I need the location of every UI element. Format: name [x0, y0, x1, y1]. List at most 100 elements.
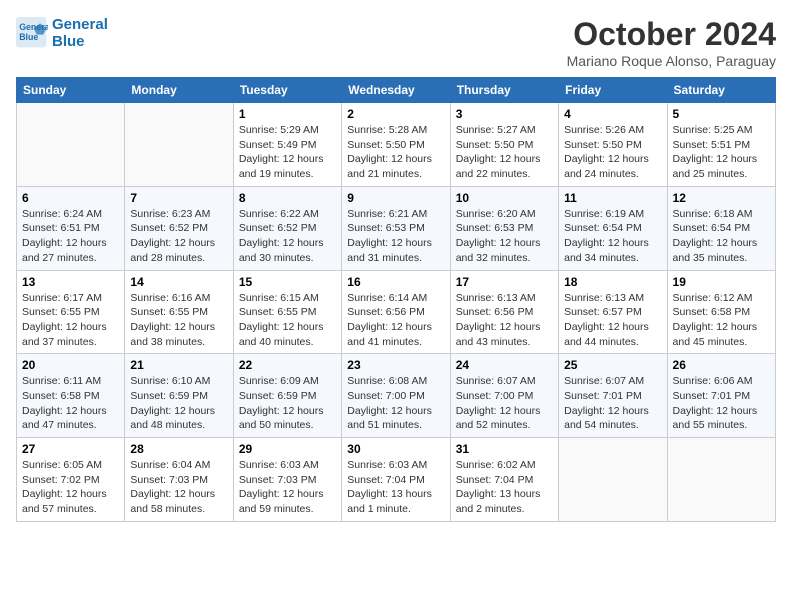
day-info: Sunrise: 6:07 AM Sunset: 7:00 PM Dayligh…: [456, 374, 553, 433]
weekday-header-wednesday: Wednesday: [342, 78, 450, 103]
day-number: 24: [456, 358, 553, 372]
weekday-header-friday: Friday: [559, 78, 667, 103]
calendar-cell: 29 Sunrise: 6:03 AM Sunset: 7:03 PM Dayli…: [233, 438, 341, 522]
day-number: 31: [456, 442, 553, 456]
calendar-cell: 7 Sunrise: 6:23 AM Sunset: 6:52 PM Daylig…: [125, 186, 233, 270]
day-number: 21: [130, 358, 227, 372]
day-info: Sunrise: 6:15 AM Sunset: 6:55 PM Dayligh…: [239, 291, 336, 350]
day-number: 28: [130, 442, 227, 456]
calendar-cell: 3Sunrise: 5:27 AM Sunset: 5:50 PM Daylig…: [450, 103, 558, 187]
calendar-week-row: 27 Sunrise: 6:05 AM Sunset: 7:02 PM Dayli…: [17, 438, 776, 522]
day-info: Sunrise: 6:09 AM Sunset: 6:59 PM Dayligh…: [239, 374, 336, 433]
day-info: Sunrise: 6:02 AM Sunset: 7:04 PM Dayligh…: [456, 458, 553, 517]
location: Mariano Roque Alonso, Paraguay: [567, 53, 776, 69]
calendar-cell: 5 Sunrise: 5:25 AM Sunset: 5:51 PM Daylig…: [667, 103, 775, 187]
day-info: Sunrise: 5:29 AM Sunset: 5:49 PM Dayligh…: [239, 123, 336, 182]
calendar-cell: 19 Sunrise: 6:12 AM Sunset: 6:58 PM Dayli…: [667, 270, 775, 354]
day-number: 2: [347, 107, 444, 121]
calendar-cell: 21 Sunrise: 6:10 AM Sunset: 6:59 PM Dayli…: [125, 354, 233, 438]
weekday-header-thursday: Thursday: [450, 78, 558, 103]
day-number: 25: [564, 358, 661, 372]
day-info: Sunrise: 5:28 AM Sunset: 5:50 PM Dayligh…: [347, 123, 444, 182]
logo-icon: General Blue: [16, 17, 48, 49]
day-info: Sunrise: 6:13 AM Sunset: 6:57 PM Dayligh…: [564, 291, 661, 350]
day-number: 27: [22, 442, 119, 456]
day-info: Sunrise: 5:27 AM Sunset: 5:50 PM Dayligh…: [456, 123, 553, 182]
calendar-cell: 9 Sunrise: 6:21 AM Sunset: 6:53 PM Daylig…: [342, 186, 450, 270]
day-number: 30: [347, 442, 444, 456]
day-info: Sunrise: 6:03 AM Sunset: 7:03 PM Dayligh…: [239, 458, 336, 517]
day-info: Sunrise: 6:04 AM Sunset: 7:03 PM Dayligh…: [130, 458, 227, 517]
calendar-cell: 17 Sunrise: 6:13 AM Sunset: 6:56 PM Dayli…: [450, 270, 558, 354]
calendar-cell: [559, 438, 667, 522]
day-number: 19: [673, 275, 770, 289]
day-number: 5: [673, 107, 770, 121]
day-info: Sunrise: 6:21 AM Sunset: 6:53 PM Dayligh…: [347, 207, 444, 266]
calendar-cell: 24 Sunrise: 6:07 AM Sunset: 7:00 PM Dayli…: [450, 354, 558, 438]
day-info: Sunrise: 6:19 AM Sunset: 6:54 PM Dayligh…: [564, 207, 661, 266]
day-number: 26: [673, 358, 770, 372]
calendar-cell: [667, 438, 775, 522]
weekday-header-row: SundayMondayTuesdayWednesdayThursdayFrid…: [17, 78, 776, 103]
day-info: Sunrise: 6:22 AM Sunset: 6:52 PM Dayligh…: [239, 207, 336, 266]
svg-text:Blue: Blue: [19, 32, 38, 42]
calendar-cell: 16Sunrise: 6:14 AM Sunset: 6:56 PM Dayli…: [342, 270, 450, 354]
day-number: 8: [239, 191, 336, 205]
day-number: 9: [347, 191, 444, 205]
day-info: Sunrise: 6:05 AM Sunset: 7:02 PM Dayligh…: [22, 458, 119, 517]
page-header: General Blue General Blue October 2024 M…: [16, 16, 776, 69]
day-info: Sunrise: 6:23 AM Sunset: 6:52 PM Dayligh…: [130, 207, 227, 266]
calendar-cell: 27 Sunrise: 6:05 AM Sunset: 7:02 PM Dayli…: [17, 438, 125, 522]
day-number: 11: [564, 191, 661, 205]
calendar-week-row: 20 Sunrise: 6:11 AM Sunset: 6:58 PM Dayli…: [17, 354, 776, 438]
day-number: 23: [347, 358, 444, 372]
calendar-cell: 6 Sunrise: 6:24 AM Sunset: 6:51 PM Daylig…: [17, 186, 125, 270]
calendar-cell: 10Sunrise: 6:20 AM Sunset: 6:53 PM Dayli…: [450, 186, 558, 270]
day-info: Sunrise: 5:25 AM Sunset: 5:51 PM Dayligh…: [673, 123, 770, 182]
day-number: 1: [239, 107, 336, 121]
calendar-cell: 25 Sunrise: 6:07 AM Sunset: 7:01 PM Dayli…: [559, 354, 667, 438]
weekday-header-monday: Monday: [125, 78, 233, 103]
day-number: 16: [347, 275, 444, 289]
day-number: 4: [564, 107, 661, 121]
calendar-cell: 31 Sunrise: 6:02 AM Sunset: 7:04 PM Dayli…: [450, 438, 558, 522]
logo-text: General Blue: [52, 16, 108, 50]
calendar-cell: [17, 103, 125, 187]
day-info: Sunrise: 6:16 AM Sunset: 6:55 PM Dayligh…: [130, 291, 227, 350]
logo: General Blue General Blue: [16, 16, 108, 50]
day-info: Sunrise: 6:10 AM Sunset: 6:59 PM Dayligh…: [130, 374, 227, 433]
day-number: 15: [239, 275, 336, 289]
day-number: 20: [22, 358, 119, 372]
calendar-cell: 14 Sunrise: 6:16 AM Sunset: 6:55 PM Dayli…: [125, 270, 233, 354]
day-number: 6: [22, 191, 119, 205]
month-title: October 2024: [567, 16, 776, 53]
calendar-cell: 26Sunrise: 6:06 AM Sunset: 7:01 PM Dayli…: [667, 354, 775, 438]
calendar-cell: 4 Sunrise: 5:26 AM Sunset: 5:50 PM Daylig…: [559, 103, 667, 187]
calendar-cell: 13Sunrise: 6:17 AM Sunset: 6:55 PM Dayli…: [17, 270, 125, 354]
day-info: Sunrise: 6:12 AM Sunset: 6:58 PM Dayligh…: [673, 291, 770, 350]
calendar-cell: 11 Sunrise: 6:19 AM Sunset: 6:54 PM Dayli…: [559, 186, 667, 270]
calendar-cell: [125, 103, 233, 187]
day-number: 29: [239, 442, 336, 456]
calendar-cell: 15 Sunrise: 6:15 AM Sunset: 6:55 PM Dayli…: [233, 270, 341, 354]
day-number: 14: [130, 275, 227, 289]
day-number: 18: [564, 275, 661, 289]
day-info: Sunrise: 6:17 AM Sunset: 6:55 PM Dayligh…: [22, 291, 119, 350]
calendar-cell: 22 Sunrise: 6:09 AM Sunset: 6:59 PM Dayli…: [233, 354, 341, 438]
day-info: Sunrise: 6:07 AM Sunset: 7:01 PM Dayligh…: [564, 374, 661, 433]
day-number: 10: [456, 191, 553, 205]
day-number: 12: [673, 191, 770, 205]
day-info: Sunrise: 6:24 AM Sunset: 6:51 PM Dayligh…: [22, 207, 119, 266]
day-info: Sunrise: 6:11 AM Sunset: 6:58 PM Dayligh…: [22, 374, 119, 433]
day-info: Sunrise: 6:08 AM Sunset: 7:00 PM Dayligh…: [347, 374, 444, 433]
day-info: Sunrise: 6:13 AM Sunset: 6:56 PM Dayligh…: [456, 291, 553, 350]
weekday-header-sunday: Sunday: [17, 78, 125, 103]
calendar-cell: 30Sunrise: 6:03 AM Sunset: 7:04 PM Dayli…: [342, 438, 450, 522]
day-number: 7: [130, 191, 227, 205]
day-number: 22: [239, 358, 336, 372]
calendar-week-row: 6 Sunrise: 6:24 AM Sunset: 6:51 PM Daylig…: [17, 186, 776, 270]
day-info: Sunrise: 5:26 AM Sunset: 5:50 PM Dayligh…: [564, 123, 661, 182]
day-number: 17: [456, 275, 553, 289]
calendar-cell: 2 Sunrise: 5:28 AM Sunset: 5:50 PM Daylig…: [342, 103, 450, 187]
day-info: Sunrise: 6:18 AM Sunset: 6:54 PM Dayligh…: [673, 207, 770, 266]
